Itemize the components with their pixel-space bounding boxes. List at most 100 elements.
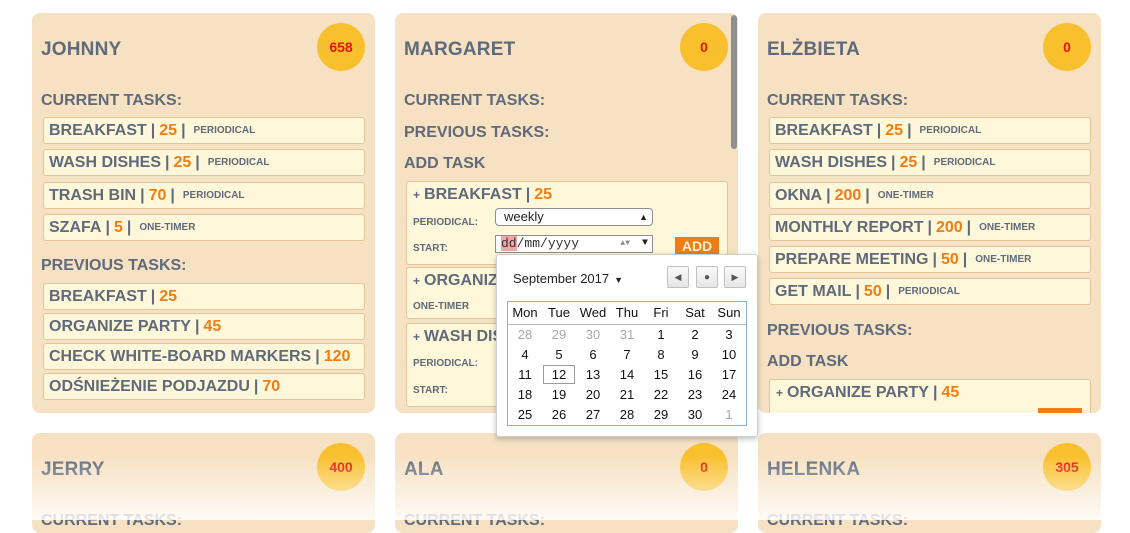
add-task-title[interactable]: + ORGANIZE PARTY | 45 <box>776 384 959 402</box>
calendar-day[interactable]: 26 <box>542 405 576 425</box>
task-name: BREAKFAST <box>775 121 873 139</box>
calendar-day[interactable]: 22 <box>644 385 678 405</box>
add-task-title[interactable]: + BREAKFAST | 25 <box>413 186 552 204</box>
caret-down-icon: ▼ <box>614 275 624 285</box>
task-item[interactable]: OKNA | 200 | ONE-TIMER <box>769 182 1091 209</box>
task-item[interactable]: GET MAIL | 50 | PERIODICAL <box>769 278 1091 305</box>
date-rest-segment: /mm/yyyy <box>516 236 580 251</box>
periodical-label: PERIODICAL: <box>413 358 478 369</box>
add-task-title[interactable]: + ORGANIZ <box>413 272 498 290</box>
task-item[interactable]: PREPARE MEETING | 50 | ONE-TIMER <box>769 246 1091 273</box>
spinner-icon[interactable]: ▲▼ <box>620 236 630 252</box>
calendar-day[interactable]: 7 <box>610 345 644 365</box>
calendar-day[interactable]: 21 <box>610 385 644 405</box>
calendar-day[interactable]: 30 <box>678 405 712 425</box>
calendar-day[interactable]: 24 <box>712 385 746 405</box>
calendar-day[interactable]: 3 <box>712 325 746 345</box>
task-name: WASH DIS <box>424 328 504 345</box>
calendar-day[interactable]: 2 <box>678 325 712 345</box>
periodical-label: PERIODICAL: <box>413 217 478 228</box>
calendar-day[interactable]: 19 <box>542 385 576 405</box>
task-item[interactable]: WASH DISHES | 25 | PERIODICAL <box>43 149 365 176</box>
scrollbar-thumb[interactable] <box>731 15 737 149</box>
task-points: 70 <box>262 377 281 395</box>
separator: | <box>195 153 200 171</box>
calendar-day[interactable]: 27 <box>576 405 610 425</box>
task-type: PERIODICAL <box>193 125 256 136</box>
today-button[interactable]: ● <box>696 266 718 288</box>
calendar-day[interactable]: 29 <box>542 325 576 345</box>
month-select[interactable]: September 2017 ▼ <box>513 271 623 286</box>
separator: | <box>932 384 938 401</box>
user-name: JOHNNY <box>41 39 122 60</box>
calendar-day[interactable]: 31 <box>610 325 644 345</box>
task-item[interactable]: SZAFA | 5 | ONE-TIMER <box>43 214 365 241</box>
separator: | <box>962 250 968 268</box>
calendar-day[interactable]: 23 <box>678 385 712 405</box>
calendar-day[interactable]: 20 <box>576 385 610 405</box>
task-item[interactable]: TRASH BIN | 70 | PERIODICAL <box>43 182 365 209</box>
calendar-day[interactable]: 1 <box>644 325 678 345</box>
task-name: PREPARE MEETING <box>775 250 929 268</box>
calendar-day[interactable]: 17 <box>712 365 746 385</box>
points-badge: 0 <box>680 443 728 491</box>
next-month-button[interactable]: ▶ <box>724 266 746 288</box>
previous-task-item[interactable]: ORGANIZE PARTY | 45 <box>43 313 365 340</box>
task-points: 25 <box>885 121 904 139</box>
separator: | <box>253 377 259 395</box>
task-name: ORGANIZE PARTY <box>787 384 929 401</box>
calendar-day[interactable]: 11 <box>508 365 542 385</box>
add-task-title[interactable]: + WASH DIS <box>413 328 503 346</box>
separator: | <box>932 250 937 268</box>
separator: | <box>876 121 882 139</box>
periodical-select[interactable]: weekly ▲ <box>495 208 653 226</box>
add-task-button[interactable]: ADD <box>675 237 719 255</box>
calendar-day[interactable]: 16 <box>678 365 712 385</box>
task-name: WASH DISHES <box>49 153 162 171</box>
points-badge: 305 <box>1043 443 1091 491</box>
date-day-segment[interactable]: dd <box>501 236 517 251</box>
month-label: September 2017 <box>513 271 610 286</box>
calendar-day[interactable]: 18 <box>508 385 542 405</box>
task-item[interactable]: BREAKFAST | 25 | PERIODICAL <box>43 117 365 144</box>
task-name: OKNA <box>775 186 823 204</box>
task-points: 45 <box>941 384 960 401</box>
task-item[interactable]: BREAKFAST | 25 | PERIODICAL <box>769 117 1091 144</box>
calendar-day[interactable]: 5 <box>542 345 576 365</box>
calendar-day[interactable]: 10 <box>712 345 746 365</box>
calendar-day[interactable]: 29 <box>644 405 678 425</box>
weekday-label: Sun <box>717 305 741 320</box>
task-item[interactable]: WASH DISHES | 25 | PERIODICAL <box>769 149 1091 176</box>
calendar-day[interactable]: 6 <box>576 345 610 365</box>
previous-task-item[interactable]: BREAKFAST | 25 <box>43 283 365 310</box>
task-points: 5 <box>113 218 123 236</box>
calendar-day[interactable]: 13 <box>576 365 610 385</box>
calendar-day[interactable]: 4 <box>508 345 542 365</box>
calendar-day[interactable]: 9 <box>678 345 712 365</box>
calendar-day[interactable]: 15 <box>644 365 678 385</box>
calendar-day-today[interactable]: 12 <box>543 365 575 384</box>
task-points: 50 <box>863 282 882 300</box>
calendar-day[interactable]: 8 <box>644 345 678 365</box>
add-task-button[interactable] <box>1038 408 1082 413</box>
task-item[interactable]: MONTHLY REPORT | 200 | ONE-TIMER <box>769 214 1091 241</box>
calendar-day[interactable]: 28 <box>610 405 644 425</box>
separator: | <box>150 287 156 305</box>
separator: | <box>921 153 926 171</box>
calendar-day[interactable]: 30 <box>576 325 610 345</box>
calendar-dropdown-icon[interactable]: ▼ <box>642 236 648 252</box>
calendar-day[interactable]: 25 <box>508 405 542 425</box>
calendar-day[interactable]: 14 <box>610 365 644 385</box>
user-card-helenka: HELENKA 305 CURRENT TASKS: <box>758 433 1101 533</box>
task-name: ODŚNIEŻENIE PODJAZDU <box>49 377 250 395</box>
start-date-input[interactable]: dd/mm/yyyy ▲▼ ▼ <box>495 235 653 253</box>
points-badge: 658 <box>317 23 365 71</box>
task-name: MONTHLY REPORT <box>775 218 924 236</box>
previous-task-item[interactable]: ODŚNIEŻENIE PODJAZDU | 70 <box>43 373 365 400</box>
task-name: ORGANIZ <box>424 272 498 289</box>
prev-month-button[interactable]: ◀ <box>667 266 689 288</box>
weekday-label: Mon <box>512 305 538 320</box>
previous-task-item[interactable]: CHECK WHITE-BOARD MARKERS | 120 <box>43 343 365 370</box>
calendar-day[interactable]: 1 <box>712 405 746 425</box>
calendar-day[interactable]: 28 <box>508 325 542 345</box>
